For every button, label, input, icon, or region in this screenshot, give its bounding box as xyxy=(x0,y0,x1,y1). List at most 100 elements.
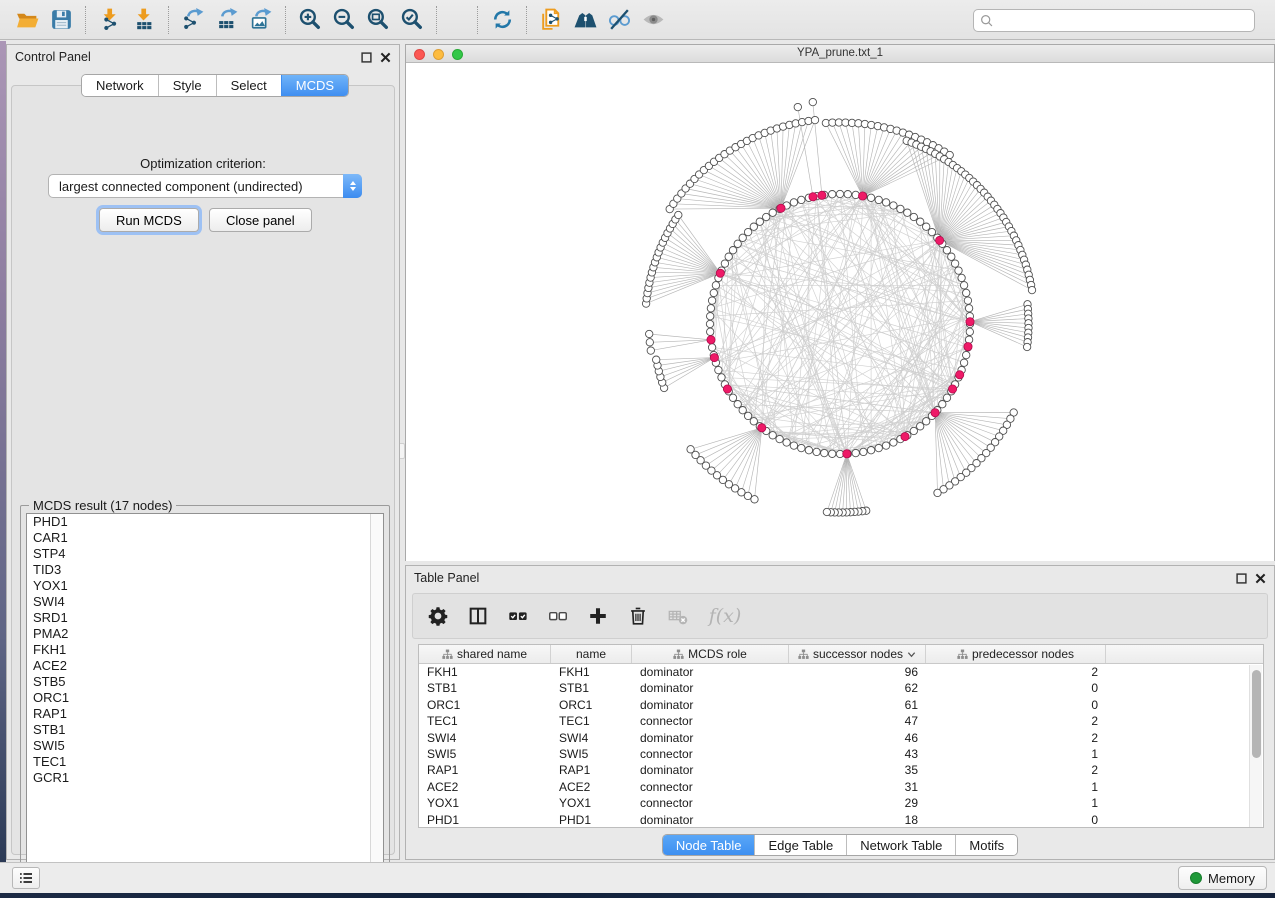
hide-details-button[interactable] xyxy=(602,4,636,36)
node-table[interactable]: shared namenameMCDS rolesuccessor nodesp… xyxy=(418,644,1264,828)
deselect-all-button[interactable] xyxy=(545,603,571,629)
mcds-list-scrollbar[interactable] xyxy=(370,514,383,869)
criterion-dropdown[interactable]: largest connected component (undirected) xyxy=(48,174,362,198)
show-details-button[interactable] xyxy=(636,4,670,36)
tab-network-table[interactable]: Network Table xyxy=(846,835,955,855)
mcds-result-item[interactable]: SRD1 xyxy=(27,610,383,626)
mcds-result-item[interactable]: YOX1 xyxy=(27,578,383,594)
run-mcds-button[interactable]: Run MCDS xyxy=(99,208,199,232)
zoom-selected-button[interactable] xyxy=(395,4,429,36)
select-all-button[interactable] xyxy=(505,603,531,629)
mcds-result-item[interactable]: RAP1 xyxy=(27,706,383,722)
export-image-icon xyxy=(249,7,274,32)
tab-select[interactable]: Select xyxy=(216,75,281,96)
table-row[interactable]: YOX1YOX1connector291 xyxy=(419,795,1263,811)
table-row[interactable]: ACE2ACE2connector311 xyxy=(419,779,1263,795)
close-panel-icon[interactable] xyxy=(1255,573,1266,584)
table-row[interactable]: SWI5SWI5connector431 xyxy=(419,746,1263,762)
clone-network-button[interactable] xyxy=(534,4,568,36)
table-row[interactable]: SWI4SWI4dominator462 xyxy=(419,730,1263,746)
delete-table-button[interactable] xyxy=(665,603,691,629)
application-window: Control Panel NetworkStyleSelectMCDS Opt… xyxy=(0,0,1275,898)
add-row-button[interactable] xyxy=(585,603,611,629)
mcds-result-item[interactable]: CAR1 xyxy=(27,530,383,546)
column-header-MCDS-role[interactable]: MCDS role xyxy=(632,645,789,663)
column-header-successor-nodes[interactable]: successor nodes xyxy=(789,645,926,663)
search-input[interactable] xyxy=(999,14,1248,28)
table-row[interactable]: STB1STB1dominator620 xyxy=(419,680,1263,696)
tab-network[interactable]: Network xyxy=(82,75,158,96)
table-row[interactable]: FKH1FKH1dominator962 xyxy=(419,664,1263,680)
mcds-result-item[interactable]: SWI5 xyxy=(27,738,383,754)
mcds-result-item[interactable]: FKH1 xyxy=(27,642,383,658)
delete-row-button[interactable] xyxy=(625,603,651,629)
tab-mcds[interactable]: MCDS xyxy=(281,75,348,96)
import-table-button[interactable] xyxy=(127,4,161,36)
network-window-titlebar[interactable]: YPA_prune.txt_1 xyxy=(406,45,1274,63)
zoom-in-icon xyxy=(298,7,323,32)
float-window-icon[interactable] xyxy=(361,52,372,63)
tab-edge-table[interactable]: Edge Table xyxy=(754,835,846,855)
mcds-result-item[interactable]: GCR1 xyxy=(27,770,383,786)
mcds-result-item[interactable]: ACE2 xyxy=(27,658,383,674)
refresh-view-button[interactable] xyxy=(485,4,519,36)
task-history-button[interactable] xyxy=(12,867,40,889)
column-header-name[interactable]: name xyxy=(551,645,632,663)
cell: connector xyxy=(632,779,789,795)
close-panel-button[interactable]: Close panel xyxy=(209,208,312,232)
float-window-icon[interactable] xyxy=(1236,573,1247,584)
dropdown-stepper-icon[interactable] xyxy=(343,174,362,198)
cell: dominator xyxy=(632,680,789,696)
memory-button[interactable]: Memory xyxy=(1178,866,1267,890)
network-graph-canvas[interactable] xyxy=(406,64,1274,561)
mcds-result-item[interactable]: STB5 xyxy=(27,674,383,690)
table-row[interactable]: ORC1ORC1dominator610 xyxy=(419,697,1263,713)
settings-gear-icon xyxy=(427,605,449,627)
mcds-result-item[interactable]: SWI4 xyxy=(27,594,383,610)
zoom-out-button[interactable] xyxy=(327,4,361,36)
table-row[interactable]: PHD1PHD1dominator180 xyxy=(419,812,1263,828)
search-network-button[interactable] xyxy=(568,4,602,36)
tab-node-table[interactable]: Node Table xyxy=(663,835,755,855)
tab-style[interactable]: Style xyxy=(158,75,216,96)
mcds-result-item[interactable]: STB1 xyxy=(27,722,383,738)
mcds-result-title: MCDS result (17 nodes) xyxy=(29,498,176,513)
open-file-button[interactable] xyxy=(10,4,44,36)
cell: 46 xyxy=(789,730,926,746)
function-builder-button[interactable]: f(x) xyxy=(705,603,745,629)
save-session-button[interactable] xyxy=(44,4,78,36)
control-panel-tabs: NetworkStyleSelectMCDS xyxy=(81,74,349,97)
mcds-result-item[interactable]: STP4 xyxy=(27,546,383,562)
export-network-button[interactable] xyxy=(176,4,210,36)
zoom-in-button[interactable] xyxy=(293,4,327,36)
close-panel-icon[interactable] xyxy=(380,52,391,63)
cell: TEC1 xyxy=(551,713,632,729)
import-network-button[interactable] xyxy=(93,4,127,36)
table-row[interactable]: TEC1TEC1connector472 xyxy=(419,713,1263,729)
mcds-result-item[interactable]: PHD1 xyxy=(27,514,383,530)
split-columns-button[interactable] xyxy=(465,603,491,629)
zoom-fit-button[interactable] xyxy=(361,4,395,36)
tab-motifs[interactable]: Motifs xyxy=(955,835,1017,855)
toolbar-separator xyxy=(436,6,437,34)
export-image-button[interactable] xyxy=(244,4,278,36)
mcds-result-item[interactable]: TID3 xyxy=(27,562,383,578)
table-row[interactable]: RAP1RAP1dominator352 xyxy=(419,762,1263,778)
clone-network-icon xyxy=(539,7,564,32)
settings-gear-button[interactable] xyxy=(425,603,451,629)
table-scrollbar-thumb[interactable] xyxy=(1252,670,1261,758)
network-title: YPA_prune.txt_1 xyxy=(406,47,1274,59)
table-scrollbar[interactable] xyxy=(1249,665,1262,828)
cell: 2 xyxy=(926,664,1106,680)
toolbar-separator xyxy=(85,6,86,34)
export-table-button[interactable] xyxy=(210,4,244,36)
cell: STB1 xyxy=(419,680,551,696)
export-table-icon xyxy=(215,7,240,32)
column-header-predecessor-nodes[interactable]: predecessor nodes xyxy=(926,645,1106,663)
search-box[interactable] xyxy=(973,9,1255,32)
mcds-result-item[interactable]: PMA2 xyxy=(27,626,383,642)
mcds-result-list[interactable]: PHD1CAR1STP4TID3YOX1SWI4SRD1PMA2FKH1ACE2… xyxy=(26,513,384,870)
mcds-result-item[interactable]: TEC1 xyxy=(27,754,383,770)
mcds-result-item[interactable]: ORC1 xyxy=(27,690,383,706)
column-header-shared-name[interactable]: shared name xyxy=(419,645,551,663)
